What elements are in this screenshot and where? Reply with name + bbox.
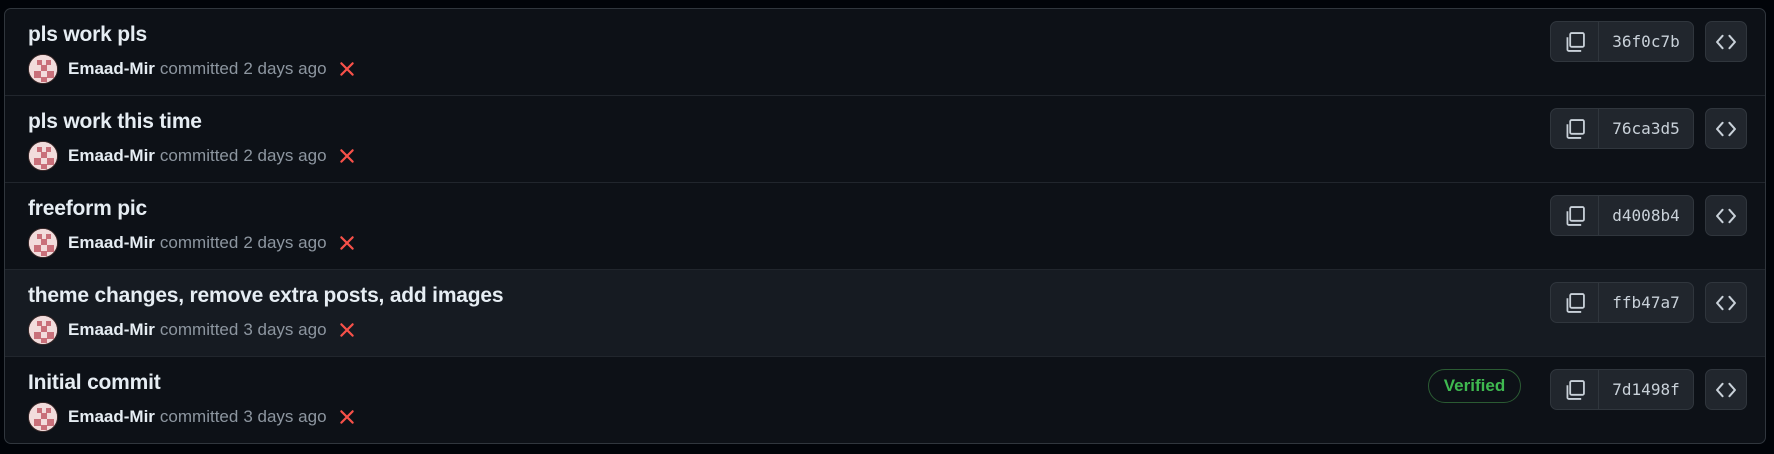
commit-row: Initial commit Emaad-Mir committed 3 day…	[5, 357, 1765, 443]
commit-time[interactable]: 2 days ago	[243, 59, 326, 79]
commit-sha[interactable]: 76ca3d5	[1599, 109, 1693, 148]
browse-repo-button[interactable]	[1705, 108, 1747, 149]
code-icon	[1716, 208, 1736, 223]
copy-icon	[1566, 292, 1585, 313]
commit-sha[interactable]: 7d1498f	[1599, 370, 1693, 409]
author-link[interactable]: Emaad-Mir	[68, 233, 155, 253]
commit-sha[interactable]: d4008b4	[1599, 196, 1693, 235]
commit-action: committed	[159, 233, 239, 252]
commit-time[interactable]: 3 days ago	[243, 320, 326, 340]
sha-button-group: 7d1498f	[1550, 369, 1694, 410]
copy-sha-button[interactable]	[1551, 22, 1599, 61]
sha-button-group: ffb47a7	[1550, 282, 1694, 323]
commit-message[interactable]: pls work pls	[28, 23, 147, 47]
commit-meta: Emaad-Mir committed 2 days ago	[28, 54, 356, 84]
commit-row: pls work pls Emaad-Mir committed 2 days …	[5, 9, 1765, 96]
commit-action: committed	[159, 407, 239, 426]
commit-time[interactable]: 2 days ago	[243, 146, 326, 166]
avatar[interactable]	[28, 141, 58, 171]
sha-button-group: 76ca3d5	[1550, 108, 1694, 149]
commit-message[interactable]: pls work this time	[28, 110, 202, 134]
commit-meta: Emaad-Mir committed 2 days ago	[28, 228, 356, 258]
copy-icon	[1566, 118, 1585, 139]
commit-message[interactable]: theme changes, remove extra posts, add i…	[28, 284, 504, 308]
commit-action: committed	[159, 320, 239, 339]
browse-repo-button[interactable]	[1705, 369, 1747, 410]
commit-message[interactable]: freeform pic	[28, 197, 147, 221]
x-icon[interactable]	[338, 408, 356, 426]
commit-sha[interactable]: 36f0c7b	[1599, 22, 1693, 61]
commit-action: committed	[159, 146, 239, 165]
copy-sha-button[interactable]	[1551, 283, 1599, 322]
author-link[interactable]: Emaad-Mir	[68, 407, 155, 427]
x-icon[interactable]	[338, 321, 356, 339]
author-link[interactable]: Emaad-Mir	[68, 59, 155, 79]
sha-button-group: 36f0c7b	[1550, 21, 1694, 62]
copy-sha-button[interactable]	[1551, 370, 1599, 409]
commit-message[interactable]: Initial commit	[28, 371, 161, 395]
code-icon	[1716, 295, 1736, 310]
copy-sha-button[interactable]	[1551, 196, 1599, 235]
commit-row: pls work this time Emaad-Mir committed 2…	[5, 96, 1765, 183]
avatar[interactable]	[28, 402, 58, 432]
commit-meta: Emaad-Mir committed 3 days ago	[28, 315, 356, 345]
commit-meta: Emaad-Mir committed 3 days ago	[28, 402, 356, 432]
commit-row: freeform pic Emaad-Mir committed 2 days …	[5, 183, 1765, 270]
code-icon	[1716, 34, 1736, 49]
x-icon[interactable]	[338, 60, 356, 78]
copy-sha-button[interactable]	[1551, 109, 1599, 148]
verified-badge[interactable]: Verified	[1428, 369, 1521, 403]
x-icon[interactable]	[338, 147, 356, 165]
commit-list: pls work pls Emaad-Mir committed 2 days …	[4, 8, 1766, 444]
commit-time[interactable]: 2 days ago	[243, 233, 326, 253]
author-link[interactable]: Emaad-Mir	[68, 320, 155, 340]
code-icon	[1716, 121, 1736, 136]
commit-row: theme changes, remove extra posts, add i…	[5, 270, 1765, 357]
code-icon	[1716, 382, 1736, 397]
commit-meta: Emaad-Mir committed 2 days ago	[28, 141, 356, 171]
commit-sha[interactable]: ffb47a7	[1599, 283, 1693, 322]
copy-icon	[1566, 379, 1585, 400]
browse-repo-button[interactable]	[1705, 282, 1747, 323]
commit-time[interactable]: 3 days ago	[243, 407, 326, 427]
avatar[interactable]	[28, 228, 58, 258]
sha-button-group: d4008b4	[1550, 195, 1694, 236]
x-icon[interactable]	[338, 234, 356, 252]
avatar[interactable]	[28, 315, 58, 345]
commit-action: committed	[159, 59, 239, 78]
browse-repo-button[interactable]	[1705, 195, 1747, 236]
author-link[interactable]: Emaad-Mir	[68, 146, 155, 166]
copy-icon	[1566, 205, 1585, 226]
copy-icon	[1566, 31, 1585, 52]
browse-repo-button[interactable]	[1705, 21, 1747, 62]
avatar[interactable]	[28, 54, 58, 84]
